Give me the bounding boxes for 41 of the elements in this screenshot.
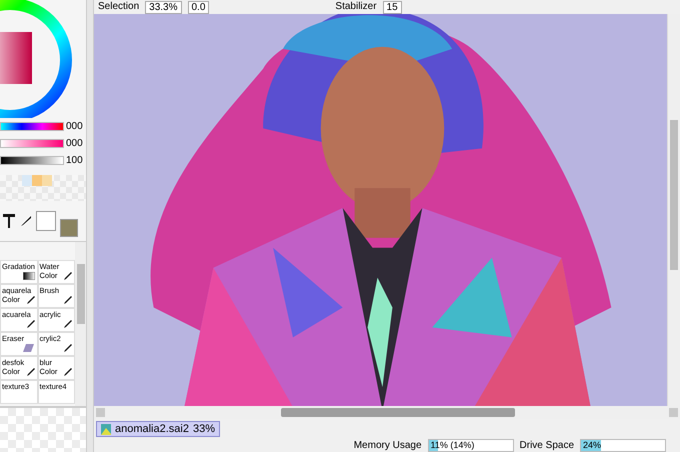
rotation-field[interactable]: 0.0 bbox=[188, 0, 210, 14]
color-swatch[interactable] bbox=[42, 175, 52, 186]
color-swatch[interactable] bbox=[22, 175, 32, 186]
color-slider[interactable] bbox=[0, 156, 64, 165]
scroll-thumb[interactable] bbox=[281, 408, 515, 417]
brush-icon bbox=[62, 271, 72, 281]
selection-label: Selection bbox=[98, 1, 140, 13]
brush-icon bbox=[24, 319, 34, 329]
panel-scrollbar[interactable] bbox=[86, 0, 94, 452]
document-tab[interactable]: anomalia2.sai2 33% bbox=[96, 421, 220, 437]
zoom-field[interactable]: 33.3% bbox=[145, 0, 182, 14]
slider-value: 000 bbox=[66, 138, 84, 149]
stabilizer-field[interactable]: 15 bbox=[382, 0, 402, 14]
zoom-percent: 33% bbox=[192, 423, 215, 435]
image-icon bbox=[101, 424, 111, 434]
brush-icon bbox=[62, 319, 72, 329]
scroll-right-icon[interactable] bbox=[669, 408, 678, 417]
color-slider[interactable] bbox=[0, 122, 64, 131]
brush-icon bbox=[62, 343, 72, 353]
slider-value: 100 bbox=[66, 155, 84, 166]
primary-color[interactable] bbox=[36, 211, 56, 231]
brush-icon bbox=[62, 295, 72, 305]
color-slider[interactable] bbox=[0, 139, 64, 148]
gradient-icon bbox=[22, 272, 34, 280]
stabilizer-label: Stabilizer bbox=[335, 1, 377, 13]
brush-icon bbox=[62, 367, 72, 377]
scroll-left-icon[interactable] bbox=[96, 408, 105, 417]
dropper-icon[interactable] bbox=[20, 215, 32, 227]
color-swatch[interactable] bbox=[32, 175, 42, 186]
scroll-thumb[interactable] bbox=[670, 120, 678, 270]
secondary-color[interactable] bbox=[60, 219, 78, 237]
brush-icon bbox=[24, 295, 34, 305]
usage-meter: 11% (14%) bbox=[428, 439, 514, 452]
text-tool-icon[interactable] bbox=[2, 213, 16, 229]
meter-label: Memory Usage bbox=[354, 440, 422, 451]
meter-label: Drive Space bbox=[520, 440, 574, 451]
slider-value: 000 bbox=[66, 121, 84, 132]
eraser-icon bbox=[22, 344, 34, 352]
usage-meter: 24% bbox=[580, 439, 666, 452]
brush-icon bbox=[24, 367, 34, 377]
scroll-thumb[interactable] bbox=[76, 264, 84, 324]
